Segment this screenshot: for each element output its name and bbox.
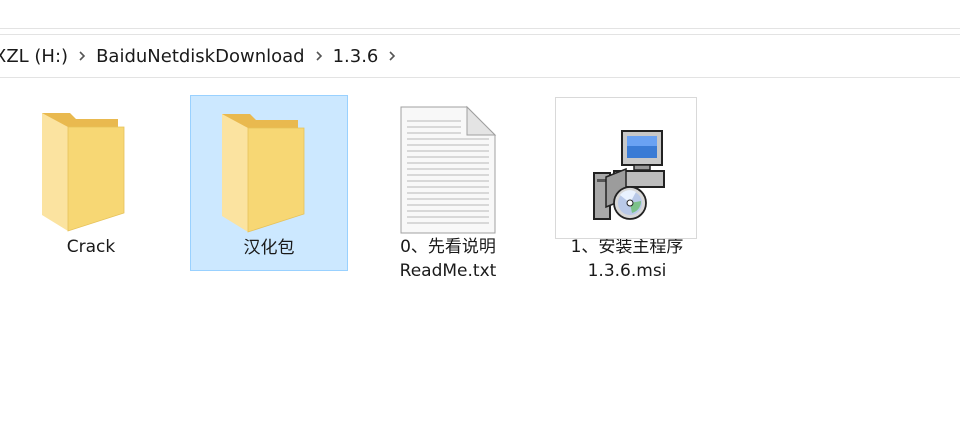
chevron-right-icon[interactable] [378, 48, 406, 64]
file-name: 汉化包 [243, 238, 295, 258]
folder-icon [191, 96, 349, 236]
installer-icon [593, 130, 665, 220]
breadcrumb-drive[interactable]: XZL (H:) [0, 46, 68, 67]
chevron-right-icon[interactable] [68, 48, 96, 64]
file-name: 0、先看说明 ReadMe.txt [399, 237, 497, 281]
toolbar-strip [0, 0, 960, 29]
file-item-installer[interactable]: 1、安装主程序 1.3.6.msi [548, 95, 706, 289]
file-name: Crack [66, 237, 116, 257]
address-bar[interactable]: XZL (H:) BaiduNetdiskDownload 1.3.6 [0, 34, 960, 78]
folder-icon [12, 95, 170, 235]
file-item-crack[interactable]: Crack [12, 95, 170, 265]
breadcrumb-current[interactable]: 1.3.6 [333, 46, 379, 67]
file-name: 1、安装主程序 1.3.6.msi [570, 237, 684, 281]
file-list: Crack 汉化包 0、先看说明 ReadMe.txt 1、安装主程序 1.3.… [0, 79, 960, 423]
file-item-localization-pack[interactable]: 汉化包 [190, 95, 348, 271]
file-item-readme[interactable]: 0、先看说明 ReadMe.txt [369, 95, 527, 289]
breadcrumb-folder[interactable]: BaiduNetdiskDownload [96, 46, 305, 67]
text-file-icon [369, 95, 527, 235]
chevron-right-icon[interactable] [305, 48, 333, 64]
